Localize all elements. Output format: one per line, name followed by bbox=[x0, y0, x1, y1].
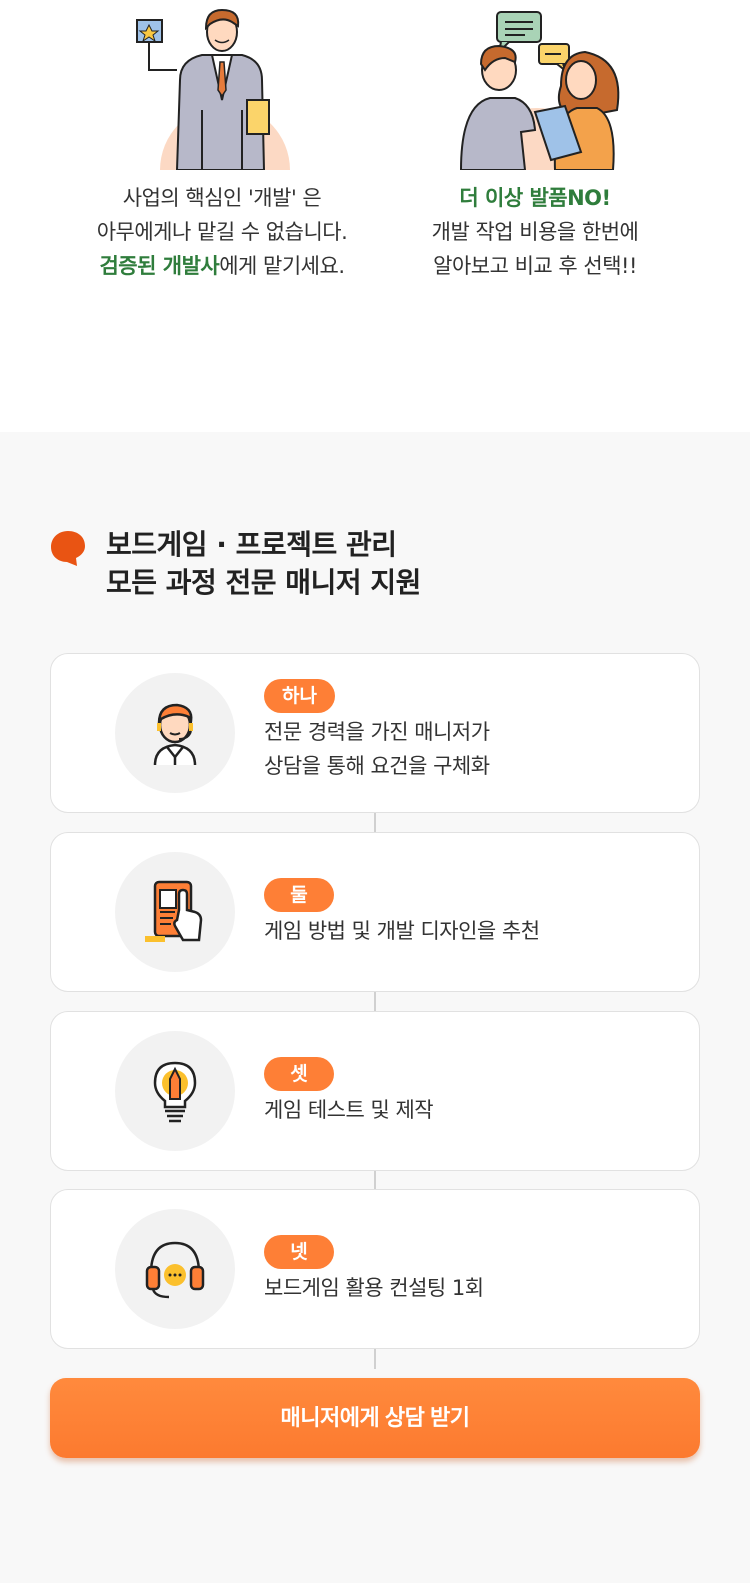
step-badge: 넷 bbox=[264, 1235, 334, 1269]
step-connector bbox=[374, 1349, 376, 1369]
step-badge: 하나 bbox=[264, 679, 335, 713]
intro-right-line2: 개발 작업 비용을 한번에 bbox=[431, 220, 639, 244]
intro-left-line3: 검증된 개발사에게 맡기세요. bbox=[62, 249, 382, 283]
tablet-touch-icon bbox=[145, 880, 203, 942]
step-badge: 둘 bbox=[264, 878, 334, 912]
section-title-line1: 보드게임 · 프로젝트 관리 bbox=[106, 528, 397, 561]
intro-left-text: 사업의 핵심인 '개발' 은 아무에게나 맡길 수 없습니다. 검증된 개발사에… bbox=[62, 181, 382, 283]
step-description: 보드게임 활용 컨설팅 1회 bbox=[264, 1271, 684, 1305]
step-badge: 셋 bbox=[264, 1057, 334, 1091]
step-card-3: 셋 게임 테스트 및 제작 bbox=[50, 1011, 700, 1171]
step-card-2: 둘 게임 방법 및 개발 디자인을 추천 bbox=[50, 832, 700, 992]
step-3-line1: 게임 테스트 및 제작 bbox=[264, 1098, 434, 1122]
consultation-illustration bbox=[459, 11, 620, 170]
step-icon-circle bbox=[115, 1031, 235, 1151]
businessman-illustration bbox=[136, 8, 290, 170]
step-4-line1: 보드게임 활용 컨설팅 1회 bbox=[264, 1276, 484, 1300]
step-description: 전문 경력을 가진 매니저가 상담을 통해 요건을 구체화 bbox=[264, 715, 684, 783]
intro-left-line2: 아무에게나 맡길 수 없습니다. bbox=[96, 220, 348, 244]
consult-manager-button[interactable]: 매니저에게 상담 받기 bbox=[50, 1378, 700, 1458]
intro-section: 사업의 핵심인 '개발' 은 아무에게나 맡길 수 없습니다. 검증된 개발사에… bbox=[0, 0, 750, 432]
intro-left-line3-rest: 에게 맡기세요. bbox=[219, 254, 345, 278]
lightbulb-pencil-icon bbox=[153, 1061, 197, 1123]
verified-developer-highlight: 검증된 개발사 bbox=[99, 254, 220, 278]
step-connector bbox=[374, 992, 376, 1012]
manager-headset-icon bbox=[153, 703, 197, 765]
step-connector bbox=[374, 1171, 376, 1191]
step-icon-circle bbox=[115, 1209, 235, 1329]
step-card-1: 하나 전문 경력을 가진 매니저가 상담을 통해 요건을 구체화 bbox=[50, 653, 700, 813]
step-2-line1: 게임 방법 및 개발 디자인을 추천 bbox=[264, 919, 540, 943]
intro-left-line1: 사업의 핵심인 '개발' 은 bbox=[122, 186, 322, 210]
step-1-line1: 전문 경력을 가진 매니저가 bbox=[264, 720, 490, 744]
step-connector bbox=[374, 813, 376, 833]
no-legwork-highlight: 더 이상 발품NO! bbox=[459, 186, 611, 210]
step-description: 게임 테스트 및 제작 bbox=[264, 1093, 684, 1127]
intro-right-line3: 알아보고 비교 후 선택!! bbox=[433, 254, 637, 278]
step-1-line2: 상담을 통해 요건을 구체화 bbox=[264, 754, 490, 778]
section-title-line2: 모든 과정 전문 매니저 지원 bbox=[106, 566, 421, 599]
manager-support-section: 보드게임 · 프로젝트 관리 모든 과정 전문 매니저 지원 하나 전문 경력을… bbox=[0, 432, 750, 1583]
step-card-4: 넷 보드게임 활용 컨설팅 1회 bbox=[50, 1189, 700, 1349]
headphones-chat-icon bbox=[145, 1241, 205, 1299]
section-title: 보드게임 · 프로젝트 관리 모든 과정 전문 매니저 지원 bbox=[106, 526, 606, 602]
step-icon-circle bbox=[115, 852, 235, 972]
speech-bubble-icon bbox=[51, 531, 85, 566]
step-description: 게임 방법 및 개발 디자인을 추천 bbox=[264, 914, 684, 948]
intro-right-text: 더 이상 발품NO! 개발 작업 비용을 한번에 알아보고 비교 후 선택!! bbox=[375, 181, 695, 283]
step-icon-circle bbox=[115, 673, 235, 793]
